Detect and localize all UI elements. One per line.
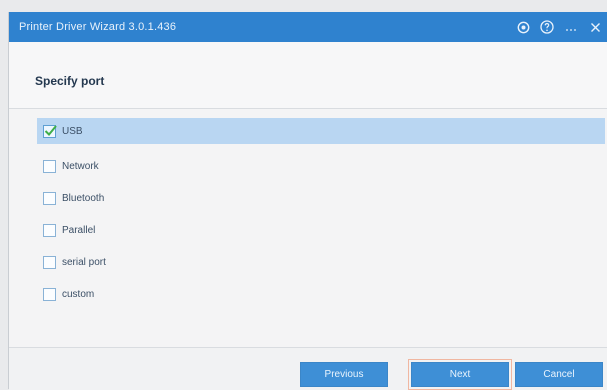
settings-icon[interactable] [516,20,530,34]
port-label: USB [62,125,83,137]
checkbox[interactable] [43,287,56,301]
port-label: Bluetooth [62,192,105,204]
help-icon[interactable] [540,20,554,34]
port-option-network[interactable]: Network [37,150,605,182]
checkbox[interactable] [43,124,57,138]
previous-button[interactable]: Previous [300,362,388,387]
check-icon [44,124,57,136]
cancel-button[interactable]: Cancel [515,362,603,387]
checkbox[interactable] [43,223,56,237]
checkbox[interactable] [43,191,56,205]
port-label: custom [62,288,95,300]
port-label: Network [62,160,99,172]
title-bar: Printer Driver Wizard 3.0.1.436 [9,12,607,42]
port-option-bluetooth[interactable]: Bluetooth [37,182,605,214]
next-button[interactable]: Next [408,359,512,390]
port-option-serial-port[interactable]: serial port [37,246,605,278]
page-title: Specify port [35,74,105,88]
port-label: Parallel [62,224,96,236]
wizard-footer: Previous Next Cancel [9,347,607,390]
port-option-custom[interactable]: custom [37,278,605,310]
port-list: USB Network Bluetooth Parallel serial po… [37,118,605,310]
printer-driver-wizard-window: Printer Driver Wizard 3.0.1.436 Specify … [8,12,607,390]
minimize-icon[interactable] [564,20,578,34]
close-icon[interactable] [588,20,602,34]
wizard-header: Specify port [9,42,607,109]
port-option-parallel[interactable]: Parallel [37,214,605,246]
checkbox[interactable] [43,159,56,173]
checkbox[interactable] [43,255,56,269]
port-label: serial port [62,256,106,268]
window-title: Printer Driver Wizard 3.0.1.436 [19,21,177,33]
port-option-usb[interactable]: USB [37,118,605,144]
title-bar-controls [516,12,602,42]
